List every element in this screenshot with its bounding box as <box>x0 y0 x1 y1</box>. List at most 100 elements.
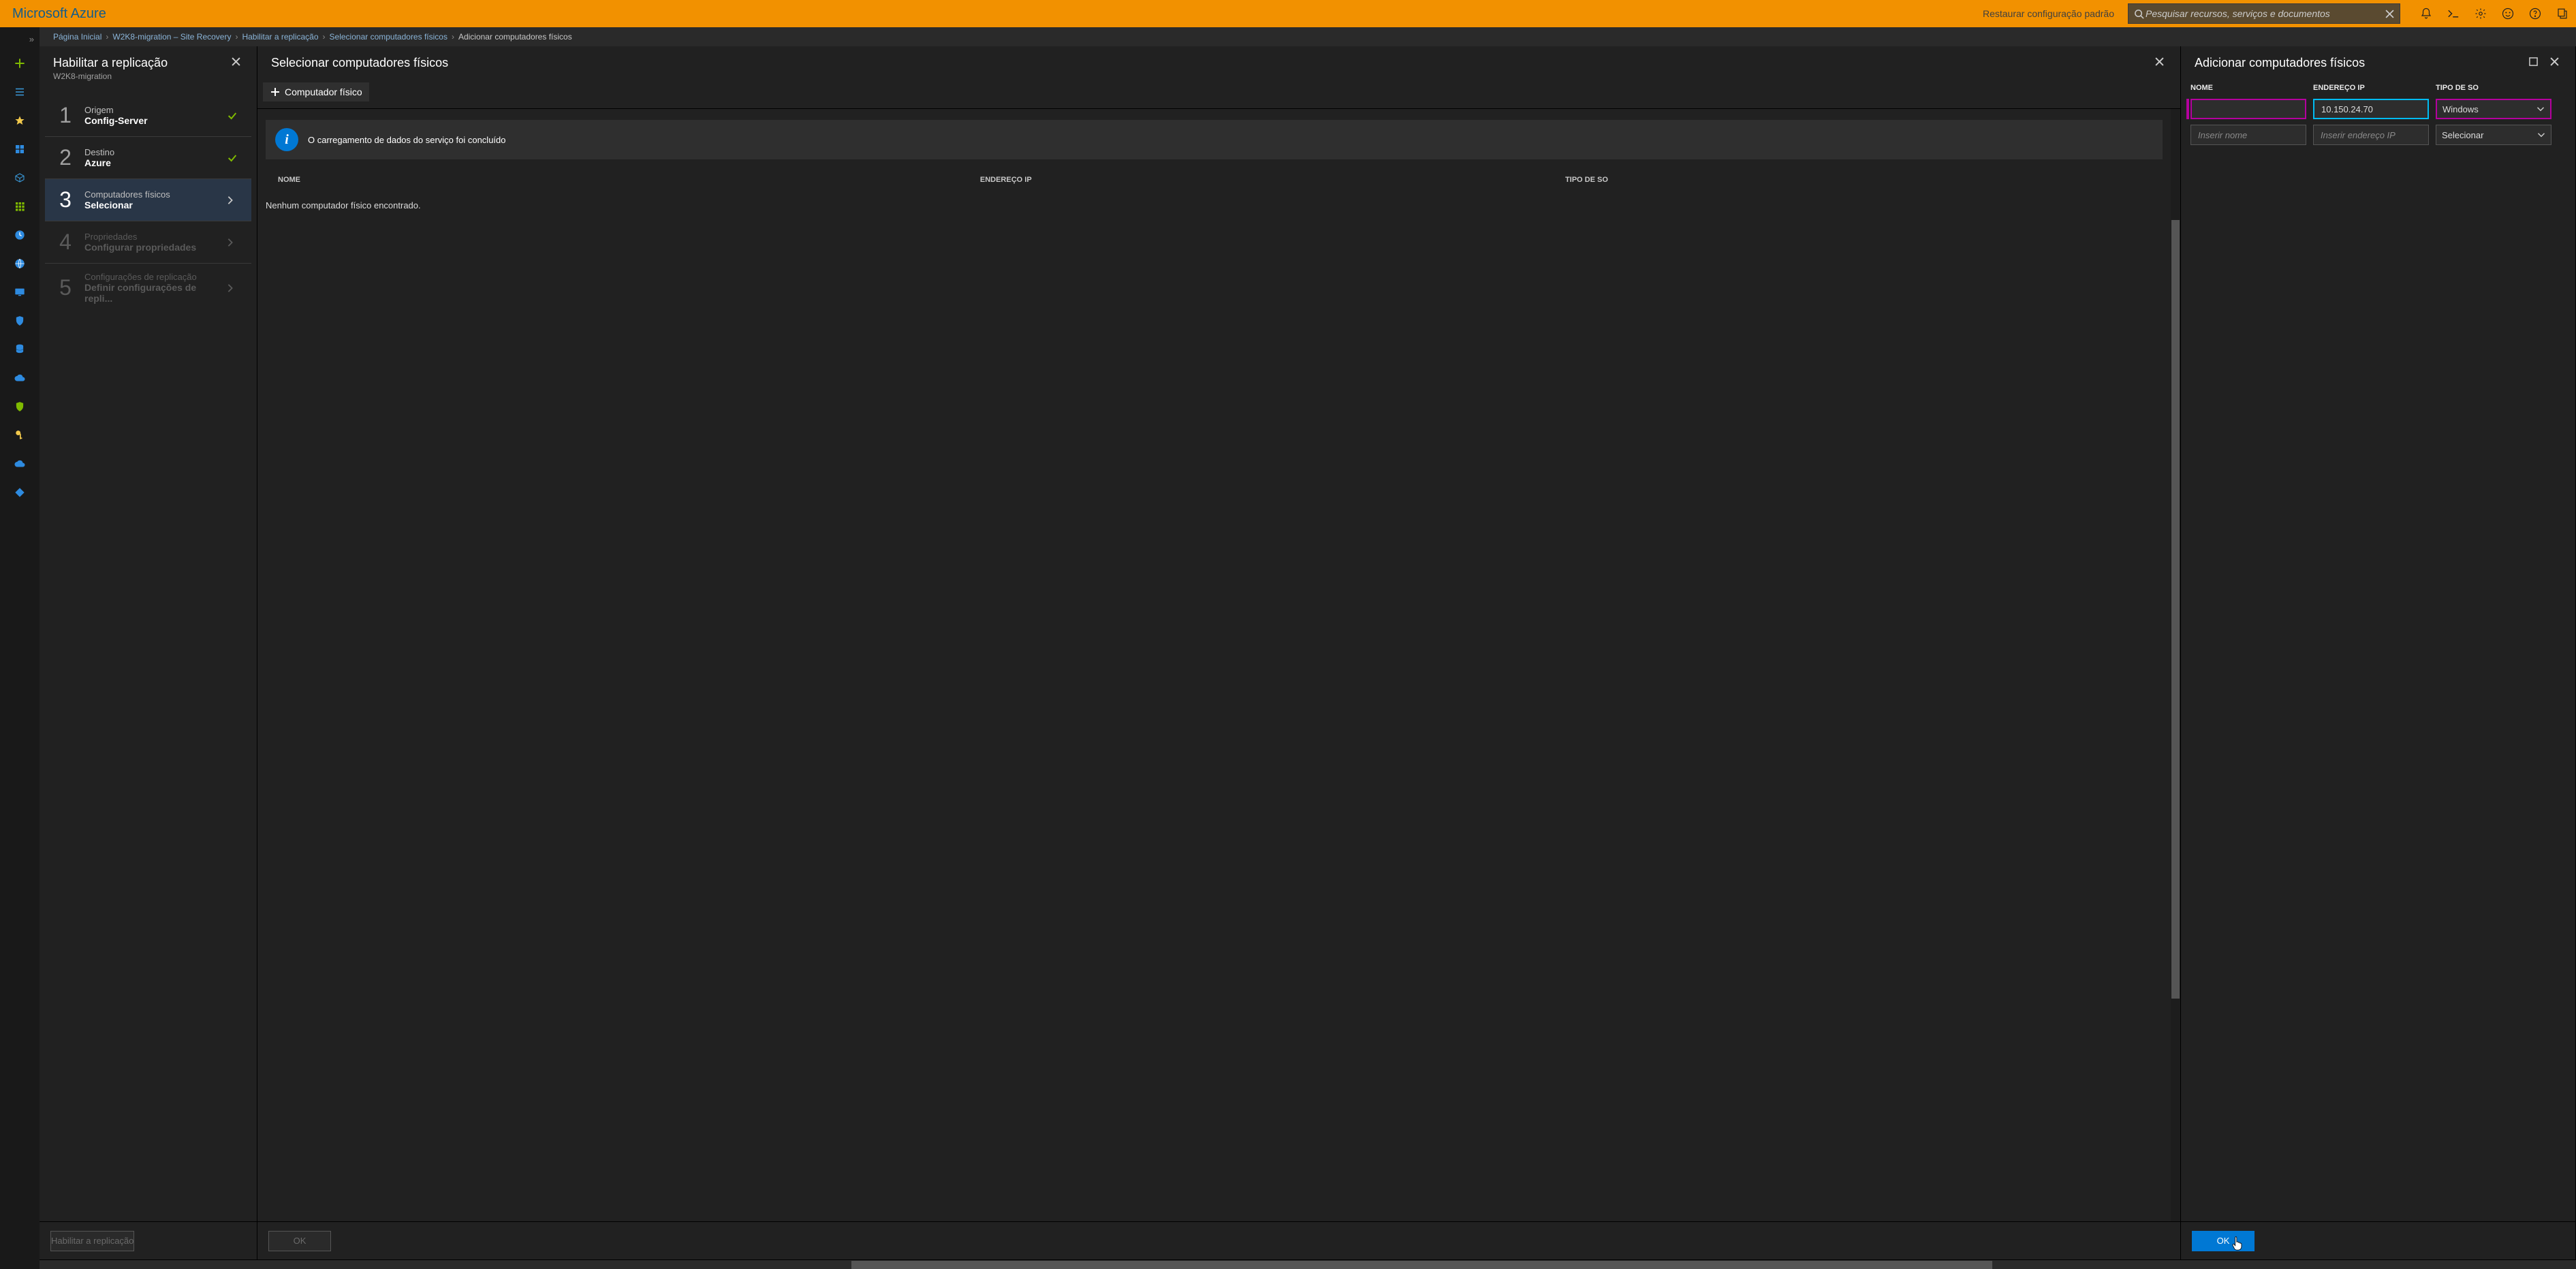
help-icon[interactable] <box>2522 0 2549 27</box>
cloud-shell-icon[interactable] <box>2440 0 2467 27</box>
blade-title: Adicionar computadores físicos <box>2195 56 2519 70</box>
plus-icon <box>270 87 281 97</box>
notifications-icon[interactable] <box>2413 0 2440 27</box>
side-nav: » <box>0 27 40 1269</box>
chevron-down-icon <box>2537 131 2545 138</box>
step-label: Configurações de replicação <box>84 272 227 282</box>
step-source[interactable]: 1 Origem Config-Server <box>45 95 251 137</box>
blade-subtitle: W2K8-migration <box>53 72 222 81</box>
col-name: NOME <box>2190 84 2306 92</box>
vertical-scrollbar[interactable] <box>2171 109 2180 1221</box>
step-number: 3 <box>53 187 78 213</box>
step-value: Configurar propriedades <box>84 242 227 253</box>
step-target[interactable]: 2 Destino Azure <box>45 137 251 179</box>
horizontal-scrollbar[interactable] <box>40 1259 2576 1269</box>
info-icon: i <box>275 128 298 151</box>
chevron-down-icon <box>2536 106 2545 112</box>
breadcrumb: Página Inicial › W2K8-migration – Site Re… <box>40 27 2576 46</box>
blade-title: Selecionar computadores físicos <box>271 56 2146 70</box>
step-number: 4 <box>53 230 78 255</box>
sidenav-dashboard-icon[interactable] <box>0 136 40 163</box>
ip-input-field[interactable] <box>2320 104 2443 115</box>
clear-search-icon[interactable] <box>2385 10 2394 18</box>
ip-input-field[interactable] <box>2319 129 2442 141</box>
col-name: NOME <box>278 176 980 184</box>
sidenav-grid-icon[interactable] <box>0 193 40 220</box>
ip-input[interactable] <box>2313 125 2429 145</box>
chevron-right-icon: › <box>235 32 238 42</box>
sidenav-security-icon[interactable] <box>0 393 40 420</box>
step-number: 2 <box>53 145 78 170</box>
step-number: 1 <box>53 103 78 128</box>
sidenav-create-icon[interactable] <box>0 50 40 77</box>
chevron-right-icon: › <box>452 32 454 42</box>
step-physical-machines[interactable]: 3 Computadores físicos Selecionar <box>45 179 251 221</box>
sidenav-globe-icon[interactable] <box>0 250 40 277</box>
os-select[interactable]: Selecionar <box>2436 125 2551 145</box>
close-icon[interactable] <box>2152 56 2167 67</box>
page-area: Página Inicial › W2K8-migration – Site Re… <box>40 27 2576 1269</box>
col-os: TIPO DE SO <box>2436 84 2551 92</box>
sidenav-clock-icon[interactable] <box>0 221 40 249</box>
add-physical-computer-button[interactable]: Computador físico <box>263 82 369 101</box>
breadcrumb-item[interactable]: W2K8-migration – Site Recovery <box>112 32 231 42</box>
top-bar: Microsoft Azure Restaurar configuração p… <box>0 0 2576 27</box>
settings-gear-icon[interactable] <box>2467 0 2494 27</box>
step-list: 1 Origem Config-Server 2 Destino Azure <box>40 88 257 312</box>
maximize-icon[interactable] <box>2526 56 2541 67</box>
sidenav-key-icon[interactable] <box>0 422 40 449</box>
sidenav-list-icon[interactable] <box>0 78 40 106</box>
search-icon <box>2134 9 2144 19</box>
os-select[interactable]: Windows <box>2436 99 2551 119</box>
feedback-smile-icon[interactable] <box>2494 0 2522 27</box>
close-icon[interactable] <box>229 56 243 67</box>
ip-input[interactable] <box>2313 99 2429 119</box>
info-banner-text: O carregamento de dados do serviço foi c… <box>308 135 506 145</box>
name-input-field[interactable] <box>2197 104 2320 115</box>
blade-select-physical: Selecionar computadores físicos Computad… <box>257 46 2181 1259</box>
blade-enable-replication: Habilitar a replicação W2K8-migration 1 … <box>40 46 257 1259</box>
global-search[interactable] <box>2128 3 2400 24</box>
blade-row: Habilitar a replicação W2K8-migration 1 … <box>40 46 2576 1259</box>
name-input[interactable] <box>2190 99 2306 119</box>
sidenav-cloud2-icon[interactable] <box>0 450 40 477</box>
directory-switch-icon[interactable] <box>2549 0 2576 27</box>
step-number: 5 <box>53 275 78 300</box>
check-icon <box>227 153 243 163</box>
shell: » Página Inicial › W2K8-migration – Site … <box>0 27 2576 1269</box>
table-empty-message: Nenhum computador físico encontrado. <box>257 189 2171 221</box>
ok-button[interactable]: OK <box>2192 1231 2255 1251</box>
sidenav-monitor-icon[interactable] <box>0 279 40 306</box>
col-ip: ENDEREÇO IP <box>980 176 1565 184</box>
step-label: Computadores físicos <box>84 189 227 200</box>
sidenav-shield-icon[interactable] <box>0 307 40 334</box>
os-select-value: Windows <box>2443 104 2479 114</box>
step-value: Selecionar <box>84 200 227 210</box>
chevron-right-icon <box>227 283 243 293</box>
step-value: Azure <box>84 157 227 168</box>
sidenav-diamond-icon[interactable] <box>0 479 40 506</box>
global-search-input[interactable] <box>2144 7 2385 20</box>
sidenav-cloud-icon[interactable] <box>0 364 40 392</box>
add-physical-computer-label: Computador físico <box>285 87 362 97</box>
restore-default-link[interactable]: Restaurar configuração padrão <box>1983 8 2114 19</box>
sidenav-cube-icon[interactable] <box>0 164 40 191</box>
breadcrumb-item[interactable]: Habilitar a replicação <box>242 32 318 42</box>
breadcrumb-item[interactable]: Página Inicial <box>53 32 101 42</box>
step-value: Config-Server <box>84 115 227 126</box>
close-icon[interactable] <box>2547 56 2562 67</box>
check-icon <box>227 110 243 121</box>
form-header: NOME ENDEREÇO IP TIPO DE SO <box>2181 77 2575 96</box>
name-input[interactable] <box>2190 125 2306 145</box>
name-input-field[interactable] <box>2197 129 2319 141</box>
sidenav-collapse-toggle[interactable]: » <box>29 31 40 48</box>
step-label: Origem <box>84 105 227 115</box>
table-header: NOME ENDEREÇO IP TIPO DE SO <box>257 170 2171 189</box>
sidenav-favorites-icon[interactable] <box>0 107 40 134</box>
col-ip: ENDEREÇO IP <box>2313 84 2429 92</box>
breadcrumb-item[interactable]: Selecionar computadores físicos <box>330 32 447 42</box>
form-row: Windows <box>2181 96 2575 122</box>
sidenav-database-icon[interactable] <box>0 336 40 363</box>
chevron-right-icon <box>227 195 243 205</box>
breadcrumb-item-current: Adicionar computadores físicos <box>458 32 572 42</box>
